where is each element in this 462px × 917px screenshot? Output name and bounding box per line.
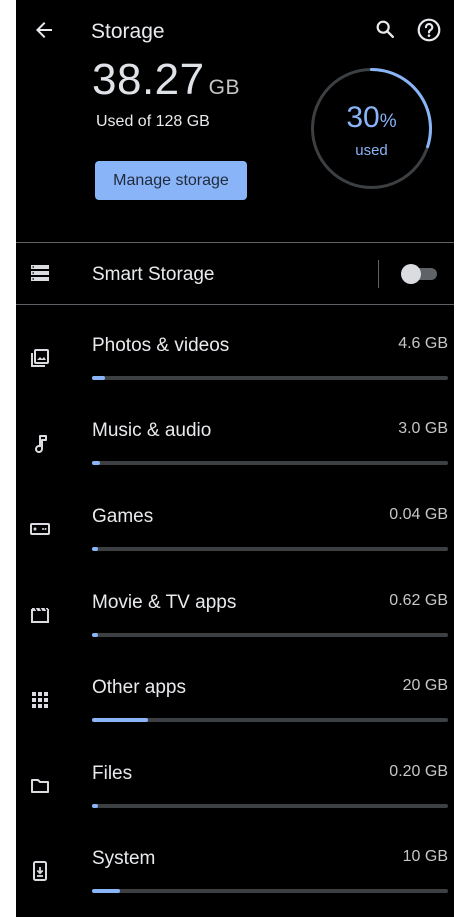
usage-bar: [92, 547, 448, 551]
manage-storage-button[interactable]: Manage storage: [95, 161, 247, 200]
category-size: 0.20 GB: [389, 763, 448, 780]
usage-percent-number: 30: [346, 101, 380, 134]
folder-icon: [31, 779, 49, 793]
usage-bar: [92, 804, 448, 808]
usage-bar-fill: [92, 547, 98, 551]
category-label: Other apps: [92, 677, 186, 698]
category-games[interactable]: Games 0.04 GB: [16, 484, 454, 569]
divider: [16, 242, 454, 243]
usage-bar: [92, 633, 448, 637]
smart-storage-label: Smart Storage: [92, 264, 215, 285]
storage-screen: Storage 38.27 GB Used of 128 GB Manage st…: [16, 0, 454, 917]
smart-storage-toggle[interactable]: [401, 264, 437, 284]
category-size: 4.6 GB: [398, 335, 448, 352]
used-unit: GB: [208, 76, 240, 99]
category-size: 0.04 GB: [389, 506, 448, 523]
used-storage-value: 38.27 GB: [92, 55, 240, 105]
used-of-total: Used of 128 GB: [96, 113, 210, 130]
usage-bar: [92, 718, 448, 722]
usage-bar-fill: [92, 633, 98, 637]
category-size: 20 GB: [402, 677, 448, 694]
category-files[interactable]: Files 0.20 GB: [16, 741, 454, 826]
movie-icon: [31, 607, 49, 623]
category-size: 0.62 GB: [389, 592, 448, 609]
usage-bar-fill: [92, 804, 98, 808]
storage-list-icon: [31, 265, 49, 281]
gamepad-icon: [30, 523, 50, 535]
category-label: Files: [92, 763, 133, 784]
usage-percent: 30%: [309, 101, 434, 135]
category-label: System: [92, 848, 156, 869]
category-size: 10 GB: [402, 848, 448, 865]
system-update-icon: [33, 861, 47, 881]
category-size: 3.0 GB: [398, 420, 448, 437]
used-number: 38.27: [92, 55, 205, 104]
category-label: Movie & TV apps: [92, 592, 237, 613]
category-system[interactable]: System 10 GB: [16, 826, 454, 911]
usage-bar: [92, 889, 448, 893]
category-photos-videos[interactable]: Photos & videos 4.6 GB: [16, 313, 454, 398]
usage-bar-fill: [92, 376, 105, 380]
toggle-separator: [378, 260, 379, 288]
divider: [16, 304, 454, 305]
page-title: Storage: [91, 20, 165, 43]
usage-bar-fill: [92, 889, 120, 893]
apps-grid-icon: [32, 692, 48, 708]
category-music-audio[interactable]: Music & audio 3.0 GB: [16, 398, 454, 483]
search-icon[interactable]: [374, 18, 396, 40]
photo-library-icon: [31, 349, 49, 367]
usage-bar-fill: [92, 461, 100, 465]
arrow-back-icon[interactable]: [32, 18, 56, 42]
category-label: Music & audio: [92, 420, 212, 441]
usage-bar-fill: [92, 718, 148, 722]
usage-label: used: [355, 142, 388, 159]
music-note-icon: [35, 435, 47, 453]
category-other-apps[interactable]: Other apps 20 GB: [16, 655, 454, 740]
usage-bar: [92, 461, 448, 465]
usage-bar: [92, 376, 448, 380]
smart-storage-row[interactable]: Smart Storage: [16, 244, 454, 304]
toggle-thumb: [401, 264, 421, 284]
usage-percent-sign: %: [379, 111, 397, 132]
help-icon[interactable]: [416, 17, 442, 43]
category-label: Photos & videos: [92, 335, 230, 356]
category-movie-tv-apps[interactable]: Movie & TV apps 0.62 GB: [16, 570, 454, 655]
category-label: Games: [92, 506, 154, 527]
